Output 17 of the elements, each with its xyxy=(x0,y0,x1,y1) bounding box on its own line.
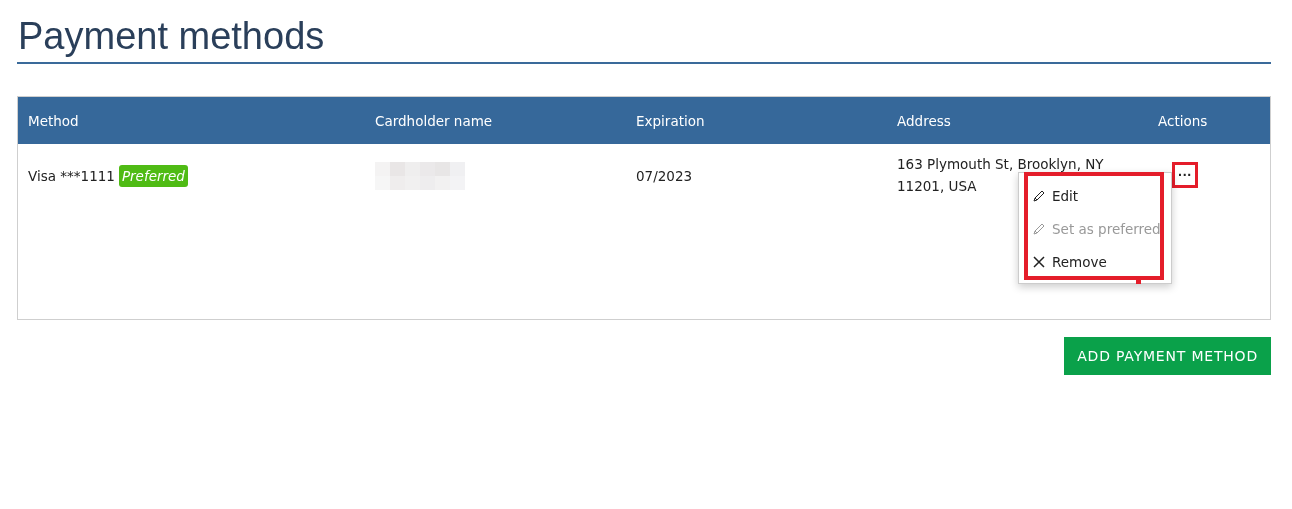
more-actions-button[interactable]: ··· xyxy=(1172,162,1198,188)
menu-item[interactable]: Remove xyxy=(1019,245,1171,278)
page-title: Payment methods xyxy=(18,14,326,59)
address-line: 163 Plymouth St, Brooklyn, NY xyxy=(897,156,1104,172)
close-icon xyxy=(1032,254,1046,269)
column-header: Cardholder name xyxy=(375,112,494,129)
address-line: 11201, USA xyxy=(897,178,977,194)
column-header: Address xyxy=(897,112,952,129)
expiration-text: 07/2023 xyxy=(636,168,693,184)
column-header: Expiration xyxy=(636,112,706,129)
column-header: Method xyxy=(28,112,80,129)
pencil-icon xyxy=(1032,221,1046,236)
method-text: Visa ***1111 xyxy=(28,168,115,184)
column-header: Actions xyxy=(1158,112,1209,129)
menu-item[interactable]: Edit xyxy=(1019,179,1171,212)
pencil-icon xyxy=(1032,188,1046,203)
preferred-badge: Preferred xyxy=(118,165,188,187)
